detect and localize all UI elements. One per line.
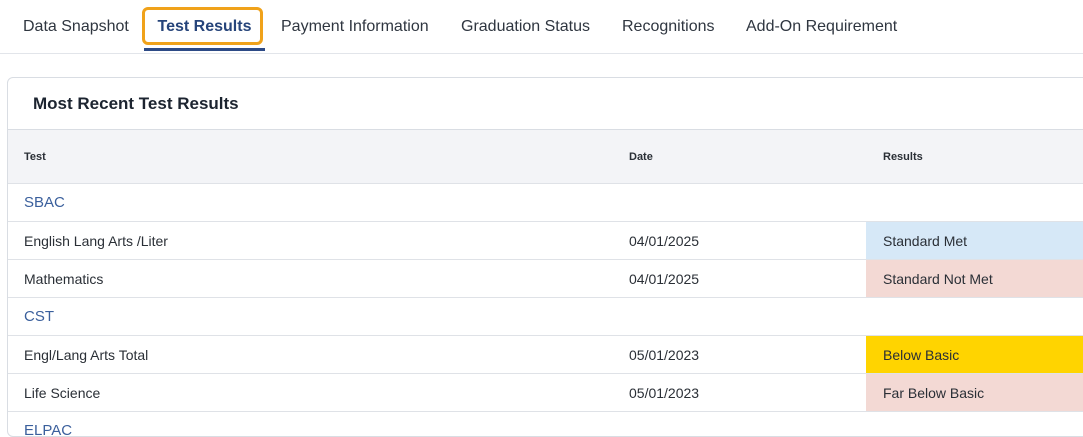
column-header-test: Test — [24, 150, 46, 163]
test-date: 05/01/2023 — [629, 346, 700, 363]
tab-test-results[interactable]: Test Results — [144, 0, 265, 54]
test-date: 04/01/2025 — [629, 270, 700, 287]
result-badge: Below Basic — [866, 336, 1083, 373]
group-label[interactable]: SBAC — [24, 184, 65, 221]
group-row-elpac[interactable]: ELPAC — [8, 412, 1083, 436]
group-label[interactable]: CST — [24, 298, 54, 335]
test-name: English Lang Arts /Liter — [24, 232, 168, 249]
test-date: 04/01/2025 — [629, 232, 700, 249]
test-date: 05/01/2023 — [629, 384, 700, 401]
group-row-cst[interactable]: CST — [8, 298, 1083, 336]
tab-recognitions[interactable]: Recognitions — [622, 0, 715, 54]
table-row: Engl/Lang Arts Total 05/01/2023 Below Ba… — [8, 336, 1083, 374]
table-row: Life Science 05/01/2023 Far Below Basic — [8, 374, 1083, 412]
group-label[interactable]: ELPAC — [24, 412, 72, 436]
card-title: Most Recent Test Results — [8, 78, 1083, 130]
result-badge: Far Below Basic — [866, 374, 1083, 411]
column-header-date: Date — [629, 150, 653, 163]
test-results-card: Most Recent Test Results Test Date Resul… — [7, 77, 1083, 437]
tab-bar: Data Snapshot Test Results Payment Infor… — [0, 0, 1083, 54]
test-name: Life Science — [24, 384, 101, 401]
table-header: Test Date Results — [8, 130, 1083, 184]
tab-graduation-status[interactable]: Graduation Status — [461, 0, 590, 54]
result-badge: Standard Met — [866, 222, 1083, 259]
test-name: Engl/Lang Arts Total — [24, 346, 149, 363]
test-name: Mathematics — [24, 270, 104, 287]
tab-payment-information[interactable]: Payment Information — [281, 0, 429, 54]
group-row-sbac[interactable]: SBAC — [8, 184, 1083, 222]
tab-data-snapshot[interactable]: Data Snapshot — [23, 0, 129, 54]
table-row: Mathematics 04/01/2025 Standard Not Met — [8, 260, 1083, 298]
column-header-results: Results — [883, 150, 923, 163]
active-tab-indicator — [144, 48, 265, 51]
tab-add-on-requirement[interactable]: Add-On Requirement — [746, 0, 897, 54]
result-badge: Standard Not Met — [866, 260, 1083, 297]
table-row: English Lang Arts /Liter 04/01/2025 Stan… — [8, 222, 1083, 260]
